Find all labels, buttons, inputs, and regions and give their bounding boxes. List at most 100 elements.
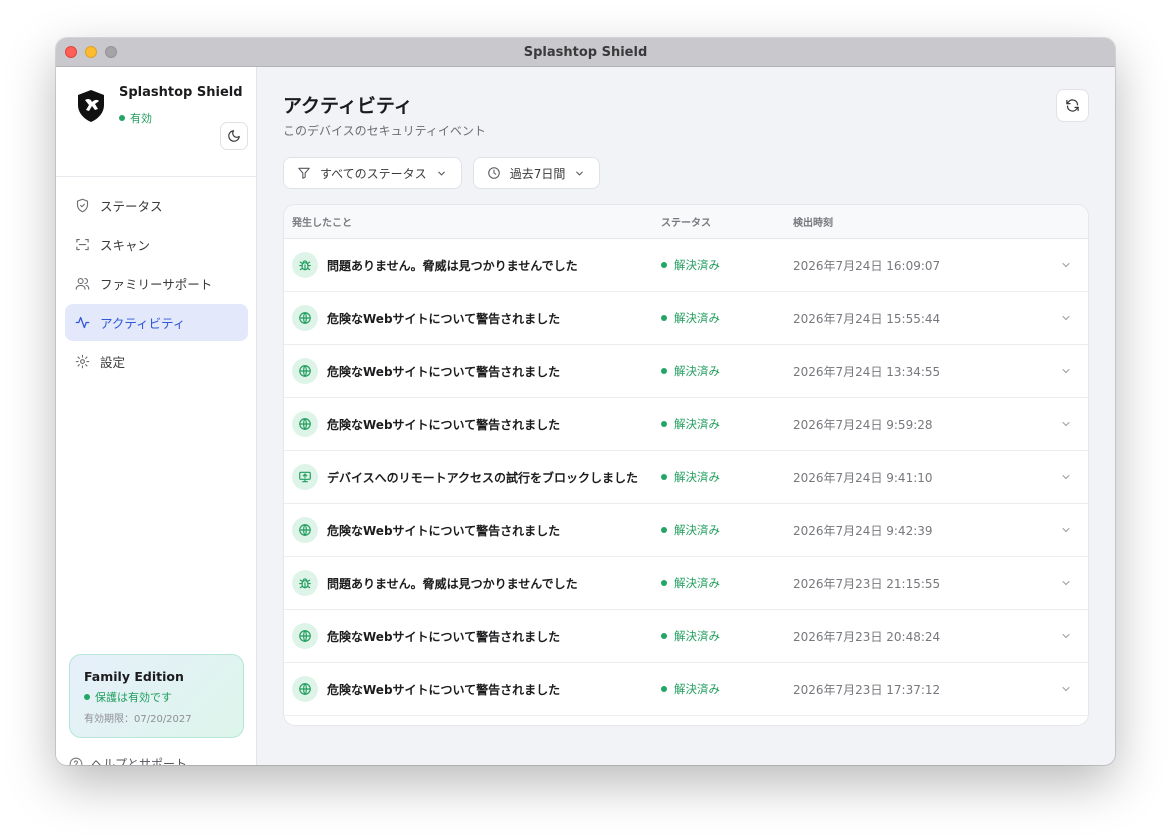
- expand-chevron-icon[interactable]: [1060, 312, 1072, 324]
- status-dot: [661, 368, 667, 374]
- status-badge: 解決済み: [661, 416, 720, 432]
- event-title: 問題ありません。脅威は見つかりませんでした: [327, 576, 578, 591]
- clock-icon: [487, 167, 500, 179]
- column-header-status[interactable]: ステータス: [661, 214, 711, 229]
- table-row[interactable]: 問題ありません。脅威は見つかりませんでした 解決済み 2026年7月24日 16:0…: [284, 239, 1088, 292]
- expand-chevron-icon[interactable]: [1060, 524, 1072, 536]
- sidebar-item-settings[interactable]: 設定: [65, 343, 248, 380]
- status-dot: [661, 686, 667, 692]
- edition-card: Family Edition 保護は有効です 有効期限：07/20/2027: [69, 654, 244, 738]
- sidebar-item-status[interactable]: ステータス: [65, 187, 248, 224]
- status-badge: 解決済み: [661, 522, 720, 538]
- sidebar-item-activity[interactable]: アクティビティ: [65, 304, 248, 341]
- status-dot: [119, 115, 125, 121]
- close-window-button[interactable]: [65, 46, 77, 58]
- status-dot: [661, 421, 667, 427]
- detected-time: 2026年7月24日 13:34:55: [793, 364, 941, 379]
- moon-icon: [228, 130, 240, 142]
- detected-time: 2026年7月23日 21:15:55: [793, 576, 941, 591]
- status-dot: [661, 474, 667, 480]
- column-header-time[interactable]: 検出時刻: [793, 214, 833, 229]
- event-title: 危険なWebサイトについて警告されました: [327, 311, 561, 326]
- table-row[interactable]: デバイスへのリモートアクセスの試行をブロックしました 解決済み 2026年7月24日…: [284, 451, 1088, 504]
- status-dot: [661, 315, 667, 321]
- app-status: 有効: [119, 110, 152, 126]
- chevron-down-icon: [437, 171, 445, 176]
- table-row[interactable]: 危険なWebサイトについて警告されました 解決済み 2026年7月24日 9:42:…: [284, 504, 1088, 557]
- globe-icon: [299, 683, 311, 695]
- detected-time: 2026年7月24日 9:41:10: [793, 470, 933, 485]
- help-link[interactable]: ヘルプとサポート: [69, 755, 187, 765]
- table-row[interactable]: 危険なWebサイトについて警告されました 解決済み 2026年7月24日 9:59:…: [284, 398, 1088, 451]
- column-header-event[interactable]: 発生したこと: [292, 214, 352, 229]
- page-subtitle: このデバイスのセキュリティイベント: [283, 124, 486, 138]
- period-filter-dropdown[interactable]: 過去7日間: [472, 157, 601, 189]
- expand-chevron-icon[interactable]: [1060, 683, 1072, 695]
- status-label: 解決済み: [674, 576, 720, 590]
- status-dot: [661, 633, 667, 639]
- sidebar-item-scan[interactable]: スキャン: [65, 226, 248, 263]
- table-body: 問題ありません。脅威は見つかりませんでした 解決済み 2026年7月24日 16:0…: [284, 239, 1088, 716]
- event-type-icon: [292, 517, 318, 543]
- event-title: 危険なWebサイトについて警告されました: [327, 364, 561, 379]
- event-type-icon: [292, 358, 318, 384]
- event-title: 危険なWebサイトについて警告されました: [327, 682, 561, 697]
- table-row[interactable]: 危険なWebサイトについて警告されました 解決済み 2026年7月24日 15:55…: [284, 292, 1088, 345]
- status-label: 解決済み: [674, 417, 720, 431]
- app-status-label: 有効: [130, 112, 152, 125]
- expand-chevron-icon[interactable]: [1060, 259, 1072, 271]
- status-label: 解決済み: [674, 364, 720, 378]
- table-row[interactable]: 危険なWebサイトについて警告されました 解決済み 2026年7月23日 17:37…: [284, 663, 1088, 716]
- table-header: 発生したこと ステータス 検出時刻: [284, 205, 1088, 239]
- event-title: 問題ありません。脅威は見つかりませんでした: [327, 258, 578, 273]
- globe-icon: [299, 630, 311, 642]
- filter-bar: すべてのステータス 過去7日間: [283, 157, 601, 189]
- main-content: アクティビティ このデバイスのセキュリティイベント すべてのステータス 過去7日…: [257, 67, 1115, 765]
- expiry-date: 有効期限：07/20/2027: [84, 714, 192, 725]
- status-dot: [84, 694, 90, 700]
- status-dot: [661, 580, 667, 586]
- event-type-icon: [292, 305, 318, 331]
- expand-chevron-icon[interactable]: [1060, 577, 1072, 589]
- event-type-icon: [292, 464, 318, 490]
- status-badge: 解決済み: [661, 257, 720, 273]
- status-badge: 解決済み: [661, 469, 720, 485]
- status-label: 解決済み: [674, 629, 720, 643]
- window-title: Splashtop Shield: [523, 44, 648, 60]
- expand-chevron-icon[interactable]: [1060, 630, 1072, 642]
- event-type-icon: [292, 252, 318, 278]
- expand-chevron-icon[interactable]: [1060, 365, 1072, 377]
- theme-toggle-button[interactable]: [220, 122, 248, 150]
- expand-chevron-icon[interactable]: [1060, 418, 1072, 430]
- status-label: 解決済み: [674, 311, 720, 325]
- detected-time: 2026年7月24日 16:09:07: [793, 258, 941, 273]
- detected-time: 2026年7月24日 15:55:44: [793, 311, 941, 326]
- sidebar-item-label: ファミリーサポート: [100, 277, 213, 292]
- status-filter-dropdown[interactable]: すべてのステータス: [283, 157, 462, 189]
- table-row[interactable]: 問題ありません。脅威は見つかりませんでした 解決済み 2026年7月23日 21:1…: [284, 557, 1088, 610]
- table-row[interactable]: 危険なWebサイトについて警告されました 解決済み 2026年7月23日 20:48…: [284, 610, 1088, 663]
- sidebar-divider: [56, 176, 256, 177]
- monitor-icon: [299, 471, 311, 483]
- table-row[interactable]: 危険なWebサイトについて警告されました 解決済み 2026年7月24日 13:34…: [284, 345, 1088, 398]
- detected-time: 2026年7月23日 20:48:24: [793, 629, 941, 644]
- event-type-icon: [292, 623, 318, 649]
- event-type-icon: [292, 411, 318, 437]
- globe-icon: [299, 312, 311, 324]
- status-dot: [661, 527, 667, 533]
- protection-status: 保護は有効です: [84, 689, 229, 705]
- brand: Splashtop Shield 有効: [76, 83, 248, 150]
- globe-icon: [299, 524, 311, 536]
- sidebar-item-family-support[interactable]: ファミリーサポート: [65, 265, 248, 302]
- shield-logo-icon: [78, 90, 104, 122]
- status-badge: 解決済み: [661, 363, 720, 379]
- detected-time: 2026年7月24日 9:59:28: [793, 417, 933, 432]
- minimize-window-button[interactable]: [85, 46, 97, 58]
- refresh-button[interactable]: [1056, 89, 1089, 122]
- help-icon: [69, 757, 83, 765]
- detected-time: 2026年7月23日 17:37:12: [793, 682, 941, 697]
- status-label: 解決済み: [674, 258, 720, 272]
- bug-icon: [299, 578, 311, 589]
- expand-chevron-icon[interactable]: [1060, 471, 1072, 483]
- zoom-window-button[interactable]: [105, 46, 117, 58]
